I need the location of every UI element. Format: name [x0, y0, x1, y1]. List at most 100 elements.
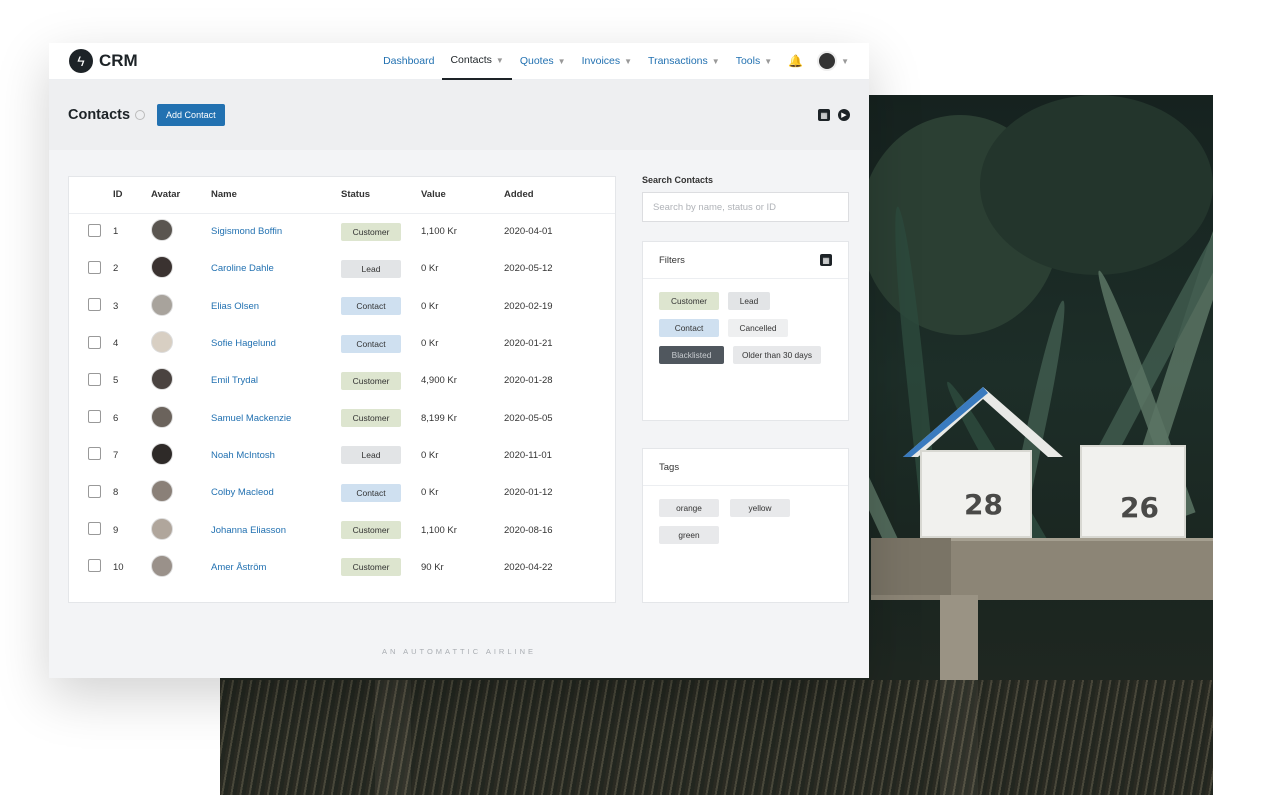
filter-chip-lead[interactable]: Lead — [728, 292, 770, 310]
contacts-table-panel: ID Avatar Name Status Value Added 1 Sigis… — [68, 176, 616, 603]
column-header[interactable]: Status — [341, 177, 421, 214]
column-header[interactable]: ID — [113, 177, 151, 214]
chevron-down-icon: ▼ — [764, 56, 773, 66]
row-checkbox[interactable] — [88, 484, 101, 498]
filter-chip-contact[interactable]: Contact — [659, 319, 719, 337]
status-badge: Contact — [341, 334, 401, 353]
table-row[interactable]: 4 Sofie Hagelund Contact 0 Kr 2020-01-21 — [69, 325, 615, 362]
table-row[interactable]: 3 Elias Olsen Contact 0 Kr 2020-02-19 — [69, 288, 615, 325]
nav-item-label: Quotes — [519, 55, 554, 67]
row-checkbox[interactable] — [88, 522, 101, 536]
contact-name-link[interactable]: Johanna Eliasson — [211, 525, 286, 536]
screen-options-icon[interactable]: ▦ — [818, 109, 830, 121]
search-label: Search Contacts — [642, 175, 714, 185]
avatar — [151, 442, 173, 465]
row-value: 0 Kr — [421, 338, 439, 350]
row-id: 4 — [113, 338, 119, 350]
fence-rail — [871, 538, 951, 595]
status-badge: Customer — [341, 371, 401, 390]
contact-name-link[interactable]: Emil Trydal — [211, 375, 258, 386]
chevron-down-icon[interactable]: ▼ — [841, 57, 849, 66]
app-window: ϟ CRM Dashboard Contacts ▼ Quotes ▼ Invoices ▼… — [49, 43, 869, 678]
contact-name-link[interactable]: Samuel Mackenzie — [211, 413, 291, 424]
row-id: 8 — [113, 487, 119, 499]
table-row[interactable]: 1 Sigismond Boffin Customer 1,100 Kr 2020-04… — [69, 213, 615, 250]
user-avatar[interactable] — [817, 51, 838, 71]
top-nav: ϟ CRM Dashboard Contacts ▼ Quotes ▼ Invoices ▼… — [49, 43, 869, 80]
nav-item-label: Invoices — [581, 55, 621, 67]
nav-item-dashboard[interactable]: Dashboard — [375, 43, 442, 80]
table-row[interactable]: 6 Samuel Mackenzie Customer 8,199 Kr 2020-05… — [69, 399, 615, 436]
contact-name-link[interactable]: Elias Olsen — [211, 301, 259, 312]
mailbox-left: 28 — [920, 450, 1032, 538]
filter-chip-customer[interactable]: Customer — [659, 292, 719, 310]
table-row[interactable]: 10 Amer Åström Customer 90 Kr 2020-04-22 — [69, 549, 615, 586]
add-contact-button[interactable]: Add Contact — [157, 104, 225, 126]
contact-name-link[interactable]: Caroline Dahle — [211, 263, 274, 274]
nav-item-tools[interactable]: Tools ▼ — [728, 43, 780, 80]
contact-name-link[interactable]: Amer Åström — [211, 562, 266, 573]
row-id: 6 — [113, 412, 119, 424]
row-checkbox[interactable] — [88, 372, 101, 386]
status-badge: Customer — [341, 222, 401, 241]
contact-name-link[interactable]: Sigismond Boffin — [211, 226, 282, 237]
filter-chip-black[interactable]: Blacklisted — [659, 346, 724, 364]
filter-chip-cancelled[interactable]: Cancelled — [728, 319, 788, 337]
row-added: 2020-01-28 — [504, 375, 553, 387]
avatar — [151, 480, 173, 503]
row-added: 2020-04-01 — [504, 226, 553, 238]
foliage — [980, 95, 1213, 275]
search-input[interactable] — [642, 192, 849, 222]
row-value: 1,100 Kr — [421, 524, 457, 536]
row-id: 7 — [113, 449, 119, 461]
nav-item-quotes[interactable]: Quotes ▼ — [512, 43, 574, 80]
filter-chip-old[interactable]: Older than 30 days — [733, 346, 821, 364]
row-checkbox[interactable] — [88, 298, 101, 312]
filter-settings-icon[interactable]: ▦ — [820, 254, 832, 266]
row-checkbox[interactable] — [88, 260, 101, 274]
row-id: 3 — [113, 300, 119, 312]
column-header[interactable]: Name — [211, 177, 341, 214]
contacts-table: ID Avatar Name Status Value Added 1 Sigis… — [69, 177, 615, 586]
column-header[interactable]: Avatar — [151, 177, 211, 214]
notification-icon[interactable]: 🔔 — [788, 54, 803, 68]
column-header[interactable]: Added — [504, 177, 615, 214]
table-row[interactable]: 9 Johanna Eliasson Customer 1,100 Kr 2020-08… — [69, 511, 615, 548]
table-header-row: ID Avatar Name Status Value Added — [69, 177, 615, 214]
status-badge: Contact — [341, 297, 401, 316]
status-badge: Customer — [341, 558, 401, 577]
row-checkbox[interactable] — [88, 559, 101, 573]
row-checkbox[interactable] — [88, 447, 101, 461]
nav-item-contacts[interactable]: Contacts ▼ — [442, 43, 512, 80]
row-id: 2 — [113, 263, 119, 275]
table-row[interactable]: 7 Noah McIntosh Lead 0 Kr 2020-11-01 — [69, 437, 615, 474]
status-badge: Customer — [341, 409, 401, 428]
chevron-down-icon: ▼ — [711, 56, 720, 66]
row-checkbox[interactable] — [88, 335, 101, 349]
table-row[interactable]: 5 Emil Trydal Customer 4,900 Kr 2020-01-28 — [69, 362, 615, 399]
table-row[interactable]: 8 Colby Macleod Contact 0 Kr 2020-01-12 — [69, 474, 615, 511]
nav-item-invoices[interactable]: Invoices ▼ — [574, 43, 640, 80]
row-checkbox[interactable] — [88, 410, 101, 424]
row-added: 2020-01-21 — [504, 338, 553, 350]
tag-chip-yellow[interactable]: yellow — [730, 499, 790, 517]
contact-name-link[interactable]: Colby Macleod — [211, 487, 274, 498]
chevron-down-icon: ▼ — [557, 56, 566, 66]
table-row[interactable]: 2 Caroline Dahle Lead 0 Kr 2020-05-12 — [69, 250, 615, 287]
contact-name-link[interactable]: Sofie Hagelund — [211, 338, 276, 349]
info-icon[interactable] — [135, 110, 146, 120]
avatar — [151, 293, 173, 316]
logo-text: CRM — [99, 51, 138, 70]
row-added: 2020-02-19 — [504, 300, 553, 312]
avatar — [151, 256, 173, 279]
tag-chip-green[interactable]: green — [659, 526, 719, 544]
nav-item-transactions[interactable]: Transactions ▼ — [640, 43, 728, 80]
contact-name-link[interactable]: Noah McIntosh — [211, 450, 275, 461]
tag-chip-orange[interactable]: orange — [659, 499, 719, 517]
row-added: 2020-11-01 — [504, 449, 552, 461]
row-checkbox[interactable] — [88, 223, 101, 237]
column-header[interactable]: Value — [421, 177, 504, 214]
row-added: 2020-05-05 — [504, 412, 553, 424]
help-icon[interactable]: ▶ — [838, 109, 850, 121]
logo[interactable]: ϟ CRM — [69, 49, 138, 73]
